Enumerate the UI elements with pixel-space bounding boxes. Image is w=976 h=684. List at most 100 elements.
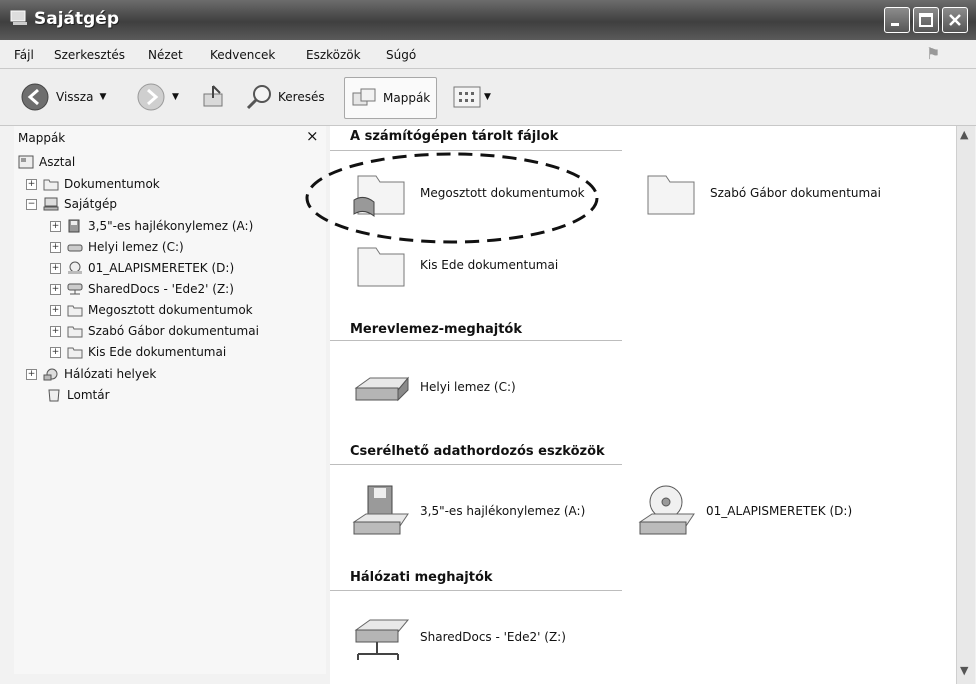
group-divider — [330, 340, 622, 341]
item-label: Helyi lemez (C:) — [420, 380, 516, 394]
item-network-drive-z[interactable]: SharedDocs - 'Ede2' (Z:) — [350, 610, 566, 664]
menu-help[interactable]: Súgó — [386, 48, 416, 62]
item-shared-documents[interactable]: Megosztott dokumentumok — [350, 166, 585, 220]
group-title-stored-files: A számítógépen tárolt fájlok — [350, 129, 559, 144]
network-drive-icon — [354, 619, 410, 660]
group-title-hard-disks: Merevlemez-meghajtók — [350, 322, 522, 337]
toolbar: Vissza ▼ ▼ Keresés Mappák ▼ — [0, 69, 976, 126]
folders-icon — [352, 88, 376, 106]
group-title-network-drives: Hálózati meghajtók — [350, 570, 493, 585]
chevron-down-icon[interactable]: ▼ — [484, 92, 491, 102]
group-divider — [330, 464, 622, 465]
folders-button[interactable]: Mappák — [344, 77, 438, 119]
windows-logo-icon: ⚑ — [926, 44, 941, 63]
minimize-button[interactable] — [884, 7, 910, 33]
up-folder-button[interactable] — [198, 79, 228, 115]
forward-arrow-icon — [137, 83, 165, 111]
expand-icon[interactable]: + — [50, 262, 61, 274]
expand-icon[interactable]: + — [50, 220, 61, 232]
tree-item-cd-drive-d[interactable]: + 01_ALAPISMERETEK (D:) — [50, 258, 234, 278]
tree-item-kis-ede-documents[interactable]: + Kis Ede dokumentumai — [50, 342, 226, 362]
menu-view[interactable]: Nézet — [148, 48, 183, 62]
menu-bar: Fájl Szerkesztés Nézet Kedvencek Eszközö… — [0, 40, 976, 69]
item-label: Megosztott dokumentumok — [420, 186, 585, 200]
expand-icon[interactable]: + — [50, 304, 61, 316]
tree-item-label: Szabó Gábor dokumentumai — [88, 324, 259, 338]
tree-item-desktop[interactable]: Asztal — [18, 152, 75, 172]
tree-item-network-places[interactable]: + Hálózati helyek — [26, 364, 156, 384]
folder-icon — [67, 326, 83, 338]
item-local-disk-c[interactable]: Helyi lemez (C:) — [350, 360, 516, 414]
tree-item-network-drive-z[interactable]: + SharedDocs - 'Ede2' (Z:) — [50, 279, 234, 299]
item-label: SharedDocs - 'Ede2' (Z:) — [420, 630, 566, 644]
expand-icon[interactable]: + — [50, 283, 61, 295]
my-computer-icon — [10, 10, 27, 25]
back-arrow-icon — [21, 83, 49, 111]
maximize-icon — [919, 13, 933, 27]
item-szabo-gabor-documents[interactable]: Szabó Gábor dokumentumai — [640, 166, 881, 220]
chevron-down-icon[interactable]: ▼ — [99, 92, 106, 102]
close-icon — [949, 14, 961, 26]
title-bar[interactable]: Sajátgép — [0, 0, 976, 40]
tree-item-label: 01_ALAPISMERETEK (D:) — [88, 261, 235, 275]
back-button[interactable]: Vissza ▼ — [20, 79, 106, 115]
network-places-icon — [43, 368, 58, 381]
tree-item-label: 3,5"-es hajlékonylemez (A:) — [88, 219, 254, 233]
collapse-icon[interactable]: − — [26, 198, 37, 210]
folder-icon — [647, 175, 695, 215]
item-label: 3,5"-es hajlékonylemez (A:) — [420, 504, 586, 518]
tree-item-szabo-gabor-documents[interactable]: + Szabó Gábor dokumentumai — [50, 321, 259, 341]
my-computer-icon — [43, 197, 59, 211]
tree-item-label: Kis Ede dokumentumai — [88, 345, 227, 359]
menu-tools[interactable]: Eszközök — [306, 48, 361, 62]
menu-file[interactable]: Fájl — [14, 48, 34, 62]
expand-icon[interactable]: + — [50, 241, 61, 253]
network-drive-icon — [67, 283, 83, 295]
tree-item-shared-documents[interactable]: + Megosztott dokumentumok — [50, 300, 253, 320]
hard-drive-icon — [354, 376, 410, 402]
window-title: Sajátgép — [34, 9, 120, 29]
scroll-down-icon[interactable]: ▼ — [960, 664, 968, 677]
cd-drive-icon — [68, 261, 82, 274]
search-icon — [246, 85, 271, 110]
folder-icon — [67, 305, 83, 317]
close-pane-icon[interactable]: × — [306, 127, 319, 145]
search-label: Keresés — [278, 90, 325, 104]
item-kis-ede-documents[interactable]: Kis Ede dokumentumai — [350, 238, 558, 292]
minimize-icon — [891, 23, 899, 26]
expand-icon[interactable]: + — [26, 178, 37, 190]
tree-item-floppy[interactable]: + 3,5"-es hajlékonylemez (A:) — [50, 216, 253, 236]
chevron-down-icon[interactable]: ▼ — [172, 92, 179, 102]
folder-tree-pane: Mappák × Asztal + Dokumentumok − Sajátgé… — [14, 126, 326, 674]
tree-item-label: Dokumentumok — [64, 177, 160, 191]
scroll-up-icon[interactable]: ▲ — [960, 128, 968, 141]
forward-button[interactable]: ▼ — [136, 79, 179, 115]
tree-item-label: Sajátgép — [64, 197, 117, 211]
folder-icon — [357, 247, 405, 287]
expand-icon[interactable]: + — [50, 346, 61, 358]
expand-icon[interactable]: + — [26, 368, 37, 380]
maximize-button[interactable] — [913, 7, 939, 33]
content-pane: A számítógépen tárolt fájlok Megosztott … — [305, 126, 956, 684]
hard-drive-icon — [67, 244, 83, 252]
tree-item-label: Megosztott dokumentumok — [88, 303, 253, 317]
tree-item-local-disk-c[interactable]: + Helyi lemez (C:) — [50, 237, 184, 257]
tree-item-documents[interactable]: + Dokumentumok — [26, 174, 160, 194]
explorer-window: Sajátgép Fájl Szerkesztés Nézet Kedvence… — [0, 0, 976, 684]
tree-item-recycle-bin[interactable]: Lomtár — [46, 385, 110, 405]
item-cd-drive-d[interactable]: 01_ALAPISMERETEK (D:) — [636, 484, 852, 538]
item-floppy-a[interactable]: 3,5"-es hajlékonylemez (A:) — [350, 484, 585, 538]
item-label: Szabó Gábor dokumentumai — [710, 186, 881, 200]
menu-edit[interactable]: Szerkesztés — [54, 48, 125, 62]
close-button[interactable] — [942, 7, 968, 33]
search-button[interactable]: Keresés — [244, 79, 325, 115]
expand-icon[interactable]: + — [50, 325, 61, 337]
folders-label: Mappák — [383, 91, 431, 105]
vertical-scrollbar[interactable]: ▲ ▼ — [956, 126, 975, 684]
tree-item-label: Helyi lemez (C:) — [88, 240, 184, 254]
tree-item-my-computer[interactable]: − Sajátgép — [26, 194, 117, 214]
group-divider — [330, 590, 622, 591]
menu-favorites[interactable]: Kedvencek — [210, 48, 275, 62]
item-label: 01_ALAPISMERETEK (D:) — [706, 504, 853, 518]
views-button[interactable]: ▼ — [452, 79, 491, 115]
